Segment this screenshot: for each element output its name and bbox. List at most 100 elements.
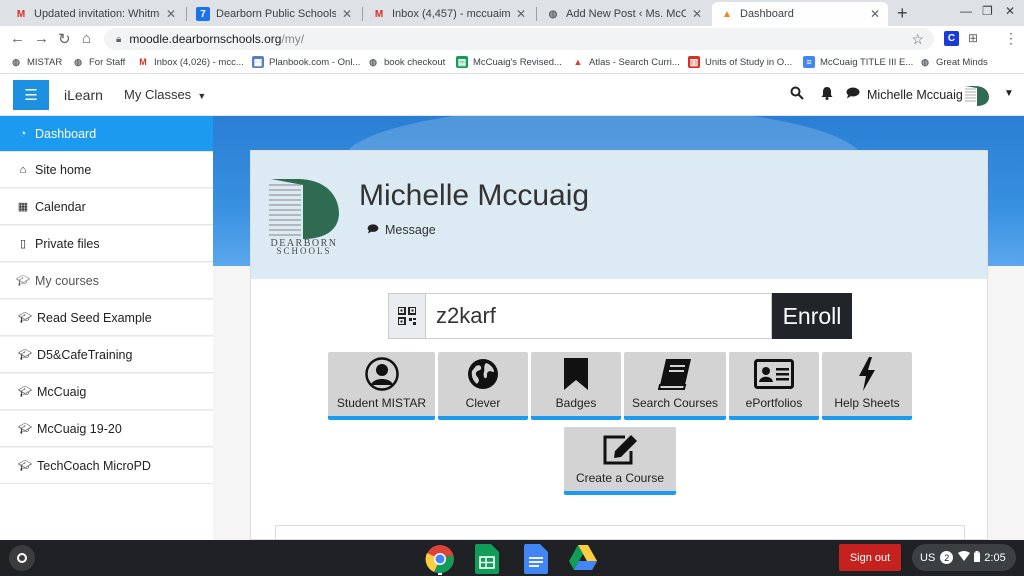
tab-add-new-post[interactable]: ◍ Add New Post ‹ Ms. McCuaig's ✕	[538, 2, 710, 26]
bookmark-title-iii[interactable]: ≡ McCuaig TITLE III E...	[803, 56, 913, 68]
clock: 2:05	[984, 551, 1006, 564]
user-avatar[interactable]	[963, 84, 990, 113]
browser-toolbar: ← → ↻ ⌂ 🔒︎ moodle.dearbornschools.org /m…	[0, 26, 1024, 52]
star-icon[interactable]: ☆	[911, 31, 924, 48]
bookmark-atlas[interactable]: ▲ Atlas - Search Curri...	[572, 56, 680, 68]
user-menu-caret-icon[interactable]: ▼	[1004, 88, 1014, 99]
calendar-icon: 7	[196, 7, 210, 21]
google-docs-icon[interactable]	[524, 544, 554, 574]
launcher-button[interactable]	[9, 545, 35, 571]
planbook-icon: ▦	[252, 56, 264, 68]
tab-dashboard[interactable]: ▲ Dashboard ✕	[712, 2, 888, 26]
chat-icon[interactable]	[846, 86, 860, 102]
dearborn-schools-logo: DEARBORN SCHOOLS	[267, 179, 341, 260]
chevron-down-icon: ▼	[194, 91, 207, 101]
graduation-cap-icon: 🎓︎	[18, 349, 32, 361]
graduation-cap-icon: 🎓︎	[16, 275, 30, 287]
graduation-cap-icon: 🎓︎	[18, 386, 32, 398]
minimize-icon[interactable]: —	[960, 4, 972, 18]
enroll-button[interactable]: Enroll	[772, 293, 852, 339]
gmail-icon: M	[139, 57, 147, 67]
sidebar-item-private-files[interactable]: ▯ Private files	[0, 226, 213, 262]
new-tab-button[interactable]: +	[897, 3, 908, 24]
restore-icon[interactable]: ❐	[982, 4, 993, 18]
tile-eportfolios[interactable]: ePortfolios	[729, 352, 819, 420]
sidebar-item-mccuaig[interactable]: 🎓︎ McCuaig	[0, 374, 213, 410]
close-icon[interactable]: ✕	[166, 7, 176, 21]
close-icon[interactable]: ✕	[516, 7, 526, 21]
address-bar[interactable]: 🔒︎ moodle.dearbornschools.org /my/ ☆	[104, 28, 934, 50]
sidebar-item-read-seed-example[interactable]: 🎓︎ Read Seed Example	[0, 300, 213, 336]
tile-badges[interactable]: Badges	[531, 352, 621, 420]
search-icon[interactable]	[790, 86, 804, 103]
gmail-icon: M	[16, 8, 26, 20]
file-icon: ▯	[19, 238, 27, 250]
bookmark-for-staff[interactable]: ◍ For Staff	[72, 56, 125, 68]
bookmark-great-minds[interactable]: ◍ Great Minds	[919, 56, 988, 68]
tile-search-courses[interactable]: Search Courses	[624, 352, 726, 420]
profile-name: Michelle Mccuaig	[359, 179, 590, 212]
qr-code-icon[interactable]	[388, 293, 426, 339]
sidebar-item-d5-cafe-training[interactable]: 🎓︎ D5&CafeTraining	[0, 337, 213, 373]
close-window-icon[interactable]: ✕	[1005, 4, 1015, 18]
os-shelf: Sign out US 2 2:05	[0, 540, 1024, 576]
bookmark-mccuaigs-revised[interactable]: ▤ McCuaig's Revised...	[456, 56, 562, 68]
sidebar-item-site-home[interactable]: ⌂ Site home	[0, 152, 213, 188]
sidebar-item-dashboard[interactable]: ◔ Dashboard	[0, 116, 213, 152]
dashboard-card: DEARBORN SCHOOLS Michelle Mccuaig Messag…	[250, 150, 988, 541]
globe-icon: ◍	[12, 56, 20, 67]
my-classes-menu[interactable]: My Classes ▼	[124, 87, 206, 102]
launcher-circle-icon	[17, 553, 27, 563]
globe-icon	[467, 358, 499, 390]
active-app-indicator	[438, 573, 442, 575]
site-brand[interactable]: iLearn	[64, 87, 103, 103]
dashboard-icon: ◔	[19, 127, 27, 140]
bookmark-book-checkout[interactable]: ◍ book checkout	[367, 56, 445, 68]
menu-toggle-button[interactable]: ☰	[13, 80, 49, 110]
bookmark-inbox[interactable]: M Inbox (4,026) - mcc...	[137, 56, 244, 68]
tile-student-mistar[interactable]: Student MISTAR	[328, 352, 435, 420]
status-tray[interactable]: US 2 2:05	[912, 544, 1016, 571]
chrome-icon[interactable]	[425, 544, 455, 574]
sidebar-item-techcoach-micropd[interactable]: 🎓︎ TechCoach MicroPD	[0, 448, 213, 484]
user-name[interactable]: Michelle Mccuaig	[867, 88, 963, 102]
home-icon[interactable]: ⌂	[82, 30, 91, 47]
message-link[interactable]: Message	[367, 223, 436, 237]
reload-icon[interactable]: ↻	[58, 30, 71, 48]
back-icon[interactable]: ←	[10, 30, 25, 47]
forward-icon[interactable]: →	[34, 30, 49, 47]
bookmark-units-of-study[interactable]: ▥ Units of Study in O...	[688, 56, 792, 68]
bookmark-icon	[564, 358, 588, 390]
graduation-cap-icon: 🎓︎	[18, 460, 32, 472]
graduation-cap-icon: 🎓︎	[18, 312, 32, 324]
google-sheets-icon[interactable]	[475, 544, 505, 574]
kebab-menu-icon[interactable]: ⋮	[1004, 30, 1018, 47]
sidebar-item-mccuaig-19-20[interactable]: 🎓︎ McCuaig 19-20	[0, 411, 213, 447]
tile-create-a-course[interactable]: Create a Course	[564, 427, 676, 495]
bookmark-planbook[interactable]: ▦ Planbook.com - Onl...	[252, 56, 360, 68]
extension-c-icon[interactable]: C	[944, 31, 959, 46]
close-icon[interactable]: ✕	[342, 7, 352, 21]
tile-clever[interactable]: Clever	[438, 352, 528, 420]
tab-updated-invitation[interactable]: M Updated invitation: WhitmoreB ✕	[6, 2, 184, 26]
hamburger-icon: ☰	[24, 87, 38, 104]
close-icon[interactable]: ✕	[692, 7, 702, 21]
tab-dearborn-calendar[interactable]: 7 Dearborn Public Schools - Cale ✕	[188, 2, 360, 26]
tile-help-sheets[interactable]: Help Sheets	[822, 352, 912, 420]
globe-icon: ◍	[921, 56, 929, 67]
enrollment-code-input[interactable]	[426, 293, 772, 339]
sign-out-button[interactable]: Sign out	[839, 544, 901, 571]
bookmark-mistar[interactable]: ◍ MISTAR	[10, 56, 62, 68]
tab-inbox[interactable]: M Inbox (4,457) - mccuaim@dearb ✕	[364, 2, 534, 26]
bell-icon[interactable]	[821, 86, 833, 103]
sheets-icon: ▤	[456, 56, 468, 68]
units-icon: ▥	[688, 56, 700, 68]
sidebar-item-calendar[interactable]: ▦ Calendar	[0, 189, 213, 225]
google-drive-icon[interactable]	[568, 544, 598, 574]
edit-icon	[601, 433, 639, 465]
sidebar-item-my-courses[interactable]: 🎓︎ My courses	[0, 263, 213, 299]
sidebar: ◔ Dashboard ⌂ Site home ▦ Calendar ▯ Private…	[0, 116, 213, 484]
extension-grid-icon[interactable]: ⊞	[968, 31, 978, 45]
user-circle-icon	[364, 357, 399, 391]
close-icon[interactable]: ✕	[870, 7, 880, 21]
